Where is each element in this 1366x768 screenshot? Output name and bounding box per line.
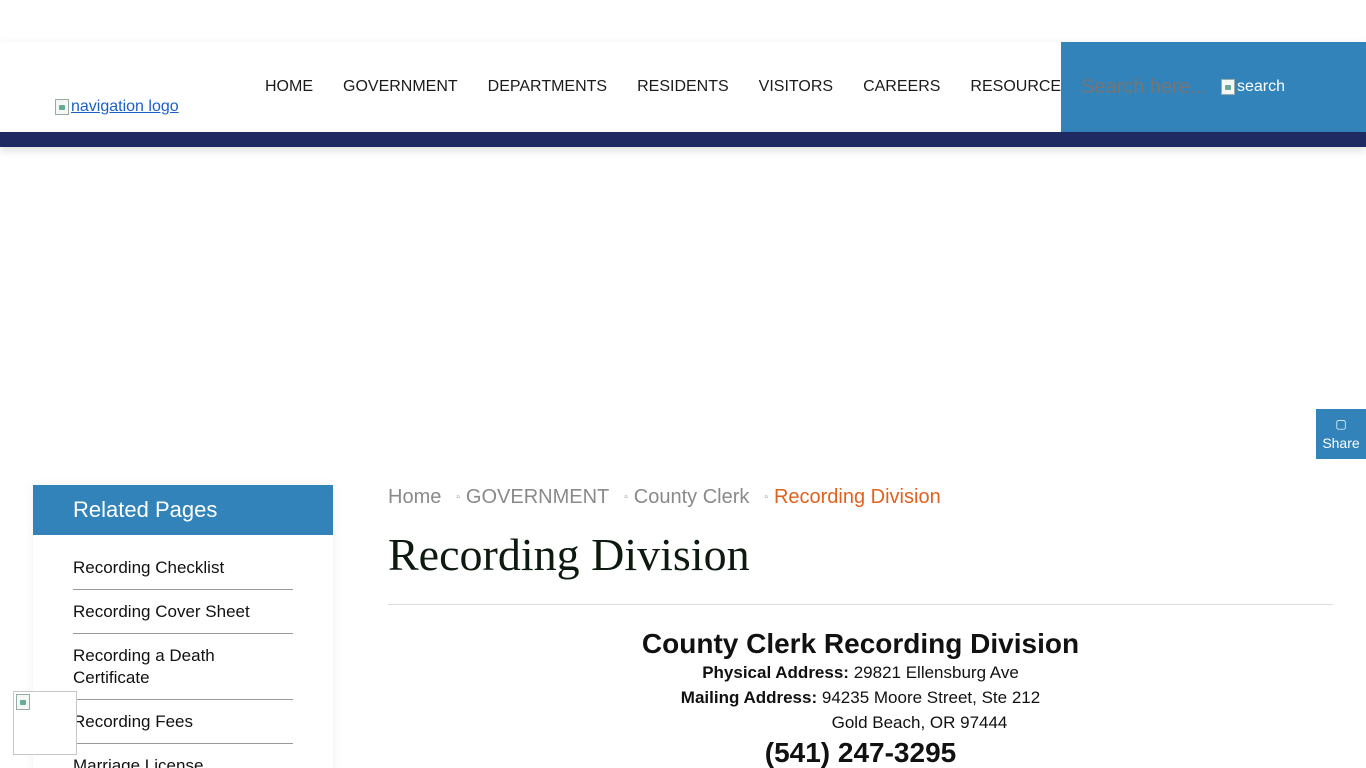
breadcrumb-separator-icon: ▫	[624, 492, 628, 503]
bottom-left-widget[interactable]	[13, 691, 77, 755]
division-heading: County Clerk Recording Division	[641, 628, 1080, 659]
related-pages-sidebar: Related Pages Recording Checklist Record…	[33, 485, 333, 768]
breadcrumb-county-clerk[interactable]: County Clerk	[634, 486, 750, 509]
title-divider	[388, 604, 1333, 605]
broken-image-icon	[55, 99, 69, 115]
nav-visitors[interactable]: VISITORS	[744, 78, 848, 96]
search-button-alt: search	[1237, 78, 1286, 95]
breadcrumb-current: Recording Division	[773, 486, 941, 508]
nav-departments[interactable]: DEPARTMENTS	[473, 78, 622, 96]
city-line: Gold Beach, OR 97444	[388, 710, 1333, 735]
contact-block: County Clerk Recording Division Physical…	[388, 628, 1333, 768]
mailing-address: Mailing Address: 94235 Moore Street, Ste…	[388, 685, 1333, 710]
sidebar-item-marriage-license[interactable]: Marriage License	[73, 755, 293, 768]
share-icon: ▢	[1335, 417, 1347, 431]
breadcrumb-separator-icon: ▫	[764, 492, 768, 503]
search-icon	[1221, 79, 1235, 95]
sidebar-list: Recording Checklist Recording Cover Shee…	[33, 557, 333, 768]
sidebar-item-recording-checklist[interactable]: Recording Checklist	[73, 557, 293, 590]
phone-number[interactable]: (541) 247-3295	[388, 737, 1333, 768]
breadcrumb: Home ▫ GOVERNMENT ▫ County Clerk ▫ Recor…	[388, 486, 941, 509]
breadcrumb-government[interactable]: GOVERNMENT	[466, 486, 609, 509]
physical-address: Physical Address: 29821 Ellensburg Ave	[388, 660, 1333, 685]
nav-government[interactable]: GOVERNMENT	[328, 78, 473, 96]
sidebar-item-recording-cover-sheet[interactable]: Recording Cover Sheet	[73, 601, 293, 634]
sidebar-item-recording-fees[interactable]: Recording Fees	[73, 711, 293, 744]
breadcrumb-separator-icon: ▫	[456, 492, 460, 503]
main-nav: HOME GOVERNMENT DEPARTMENTS RESIDENTS VI…	[250, 42, 1087, 132]
mailing-address-value: 94235 Moore Street, Ste 212	[821, 688, 1041, 707]
nav-home[interactable]: HOME	[250, 78, 328, 96]
broken-image-icon	[16, 694, 30, 710]
share-button[interactable]: ▢ Share	[1316, 409, 1366, 459]
header-accent-bar	[0, 132, 1366, 147]
mailing-address-label: Mailing Address:	[680, 688, 818, 707]
navigation-logo[interactable]: navigation logo	[55, 98, 179, 116]
page-title: Recording Division	[388, 529, 750, 580]
share-label: Share	[1322, 435, 1360, 451]
logo-alt-text: navigation logo	[71, 98, 179, 115]
search-button[interactable]: search	[1221, 78, 1285, 96]
search-box: search	[1061, 42, 1366, 132]
nav-residents[interactable]: RESIDENTS	[622, 78, 744, 96]
nav-careers[interactable]: CAREERS	[848, 78, 955, 96]
site-header: navigation logo HOME GOVERNMENT DEPARTME…	[0, 42, 1366, 132]
sidebar-title: Related Pages	[33, 485, 333, 535]
physical-address-label: Physical Address:	[702, 663, 849, 682]
breadcrumb-home[interactable]: Home	[388, 486, 441, 509]
physical-address-value: 29821 Ellensburg Ave	[853, 663, 1019, 682]
search-input[interactable]	[1081, 75, 1221, 99]
sidebar-item-recording-death-certificate[interactable]: Recording a Death Certificate	[73, 645, 293, 700]
city-line-text: Gold Beach, OR 97444	[831, 713, 1008, 732]
